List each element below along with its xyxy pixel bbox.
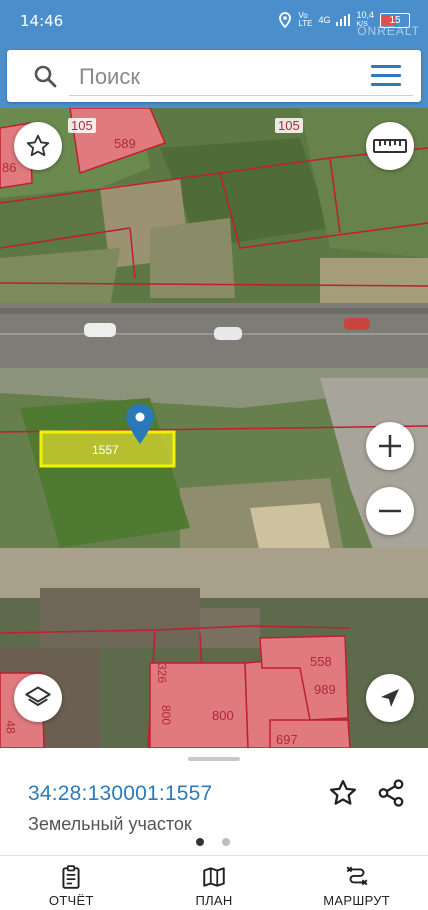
layers-button[interactable]: [14, 674, 62, 722]
nav-label: МАРШРУТ: [323, 893, 391, 908]
search-area: Поиск: [0, 42, 428, 108]
plot-label[interactable]: 105: [68, 118, 96, 133]
plot-label[interactable]: 48: [4, 720, 18, 733]
volte-icon: Vo LTE: [298, 11, 313, 28]
clipboard-icon: [62, 865, 80, 889]
location-icon: [279, 12, 292, 28]
favorite-map-button[interactable]: [14, 122, 62, 170]
route-icon: [346, 866, 368, 886]
zoom-in-button[interactable]: [366, 422, 414, 470]
parcel-type: Земельный участок: [28, 814, 192, 834]
satellite-map: [0, 108, 428, 748]
nav-label: ПЛАН: [195, 893, 233, 908]
menu-icon[interactable]: [371, 65, 401, 87]
minus-icon: [379, 509, 401, 513]
nav-route[interactable]: МАРШРУТ: [285, 856, 428, 910]
ruler-button[interactable]: [366, 122, 414, 170]
cadastral-number[interactable]: 34:28:130001:1557: [28, 782, 212, 806]
nav-label: ОТЧЁТ: [48, 893, 94, 908]
network-type: 4G: [318, 15, 331, 25]
map-view[interactable]: 105 105 589 86 1557 326 800 800 558 989 …: [0, 108, 428, 748]
layers-icon: [25, 686, 51, 706]
nav-report[interactable]: ОТЧЁТ: [0, 856, 143, 910]
star-icon: [26, 134, 50, 157]
plot-label[interactable]: 326: [155, 663, 169, 683]
plot-label[interactable]: 989: [314, 682, 336, 697]
page-dot: [196, 838, 204, 846]
plus-icon: [379, 435, 401, 457]
status-bar: 14:46 Vo LTE 4G 10,4 K/S 15 ONREALT: [0, 0, 428, 42]
signal-icon: [336, 14, 351, 26]
my-location-button[interactable]: [366, 674, 414, 722]
plot-label[interactable]: 800: [212, 708, 234, 723]
selected-plot-label[interactable]: 1557: [92, 443, 119, 457]
nav-plan[interactable]: ПЛАН: [143, 856, 286, 910]
search-box[interactable]: Поиск: [7, 50, 421, 102]
plot-label[interactable]: 558: [310, 654, 332, 669]
star-icon[interactable]: [328, 778, 358, 808]
ruler-icon: [373, 139, 407, 153]
page-dot: [222, 838, 230, 846]
map-icon: [203, 867, 225, 887]
drag-handle[interactable]: [188, 757, 240, 761]
watermark: ONREALT: [357, 24, 420, 38]
status-time: 14:46: [20, 12, 64, 30]
navigation-arrow-icon: [381, 689, 399, 707]
parcel-info-panel[interactable]: 34:28:130001:1557 Земельный участок: [0, 748, 428, 855]
bottom-navigation: ОТЧЁТ ПЛАН МАРШРУТ: [0, 855, 428, 910]
page-indicator: [196, 838, 230, 846]
plot-label[interactable]: 589: [114, 136, 136, 151]
plot-label[interactable]: 800: [159, 705, 173, 725]
plot-label[interactable]: 86: [2, 160, 16, 175]
search-icon: [34, 65, 57, 88]
share-icon[interactable]: [376, 778, 406, 808]
plot-label[interactable]: 697: [276, 732, 298, 747]
plot-label[interactable]: 105: [275, 118, 303, 133]
zoom-out-button[interactable]: [366, 487, 414, 535]
search-input[interactable]: Поиск: [79, 64, 140, 90]
